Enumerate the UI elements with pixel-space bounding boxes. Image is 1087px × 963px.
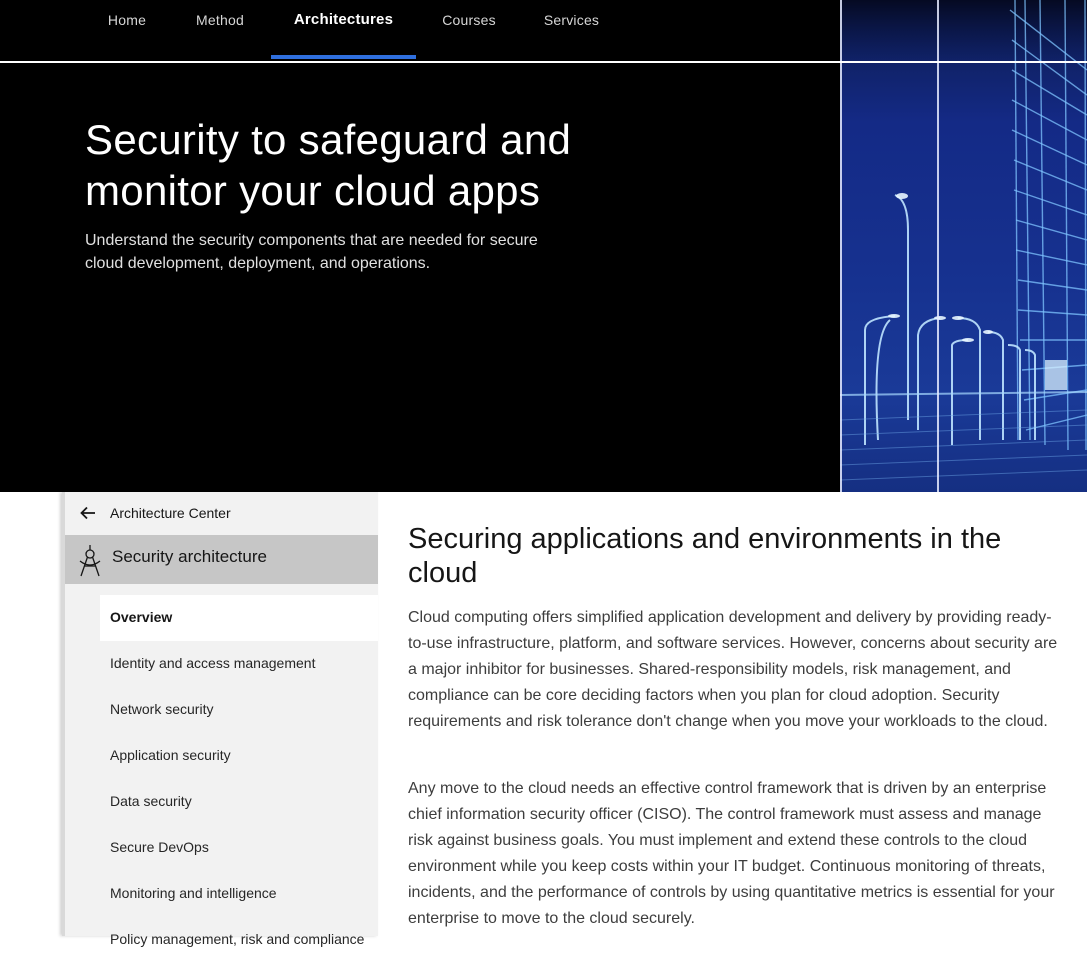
sidebar-item-policy-risk-compliance[interactable]: Policy management, risk and compliance xyxy=(100,917,378,963)
compass-drafting-icon xyxy=(79,545,101,577)
section-label: Security architecture xyxy=(112,547,267,566)
body-paragraph: Any move to the cloud needs an effective… xyxy=(408,780,1055,927)
wireframe-city-graphic xyxy=(840,0,1087,481)
back-to-architecture-center-link[interactable]: Architecture Center xyxy=(65,492,378,535)
hero-illustration xyxy=(840,0,1087,492)
nav-architectures[interactable]: Architectures xyxy=(271,0,416,60)
sidebar-item-data-security[interactable]: Data security xyxy=(100,779,378,825)
hero-banner: Home Method Architectures Courses Servic… xyxy=(0,0,1087,492)
nav-method[interactable]: Method xyxy=(186,0,254,60)
hero-divider-line xyxy=(840,0,842,492)
nav-home[interactable]: Home xyxy=(98,0,156,60)
nav-courses[interactable]: Courses xyxy=(433,0,505,60)
sidebar-item-application-security[interactable]: Application security xyxy=(100,733,378,779)
nav-divider xyxy=(0,61,1087,63)
section-heading: Securing applications and environments i… xyxy=(408,523,1002,589)
sidebar-item-identity-access-management[interactable]: Identity and access management xyxy=(100,641,378,687)
sidebar-list: Overview Identity and access management … xyxy=(100,595,378,963)
sidebar-item-overview[interactable]: Overview xyxy=(100,595,378,641)
section-security-architecture[interactable]: Security architecture xyxy=(65,535,378,584)
back-link-label: Architecture Center xyxy=(110,505,231,521)
hero-subtitle: Understand the security components that … xyxy=(85,232,538,272)
body-paragraph: Cloud computing offers simplified applic… xyxy=(408,609,1058,730)
nav-services[interactable]: Services xyxy=(535,0,608,60)
sidebar-item-monitoring-intelligence[interactable]: Monitoring and intelligence xyxy=(100,871,378,917)
side-navigation: Architecture Center Security architectur… xyxy=(62,492,378,947)
arrow-left-icon xyxy=(80,506,95,520)
hero-divider-line xyxy=(937,0,939,492)
sidebar-item-network-security[interactable]: Network security xyxy=(100,687,378,733)
hero-title: Security to safeguard and monitor your c… xyxy=(85,116,572,214)
sidebar-item-secure-devops[interactable]: Secure DevOps xyxy=(100,825,378,871)
